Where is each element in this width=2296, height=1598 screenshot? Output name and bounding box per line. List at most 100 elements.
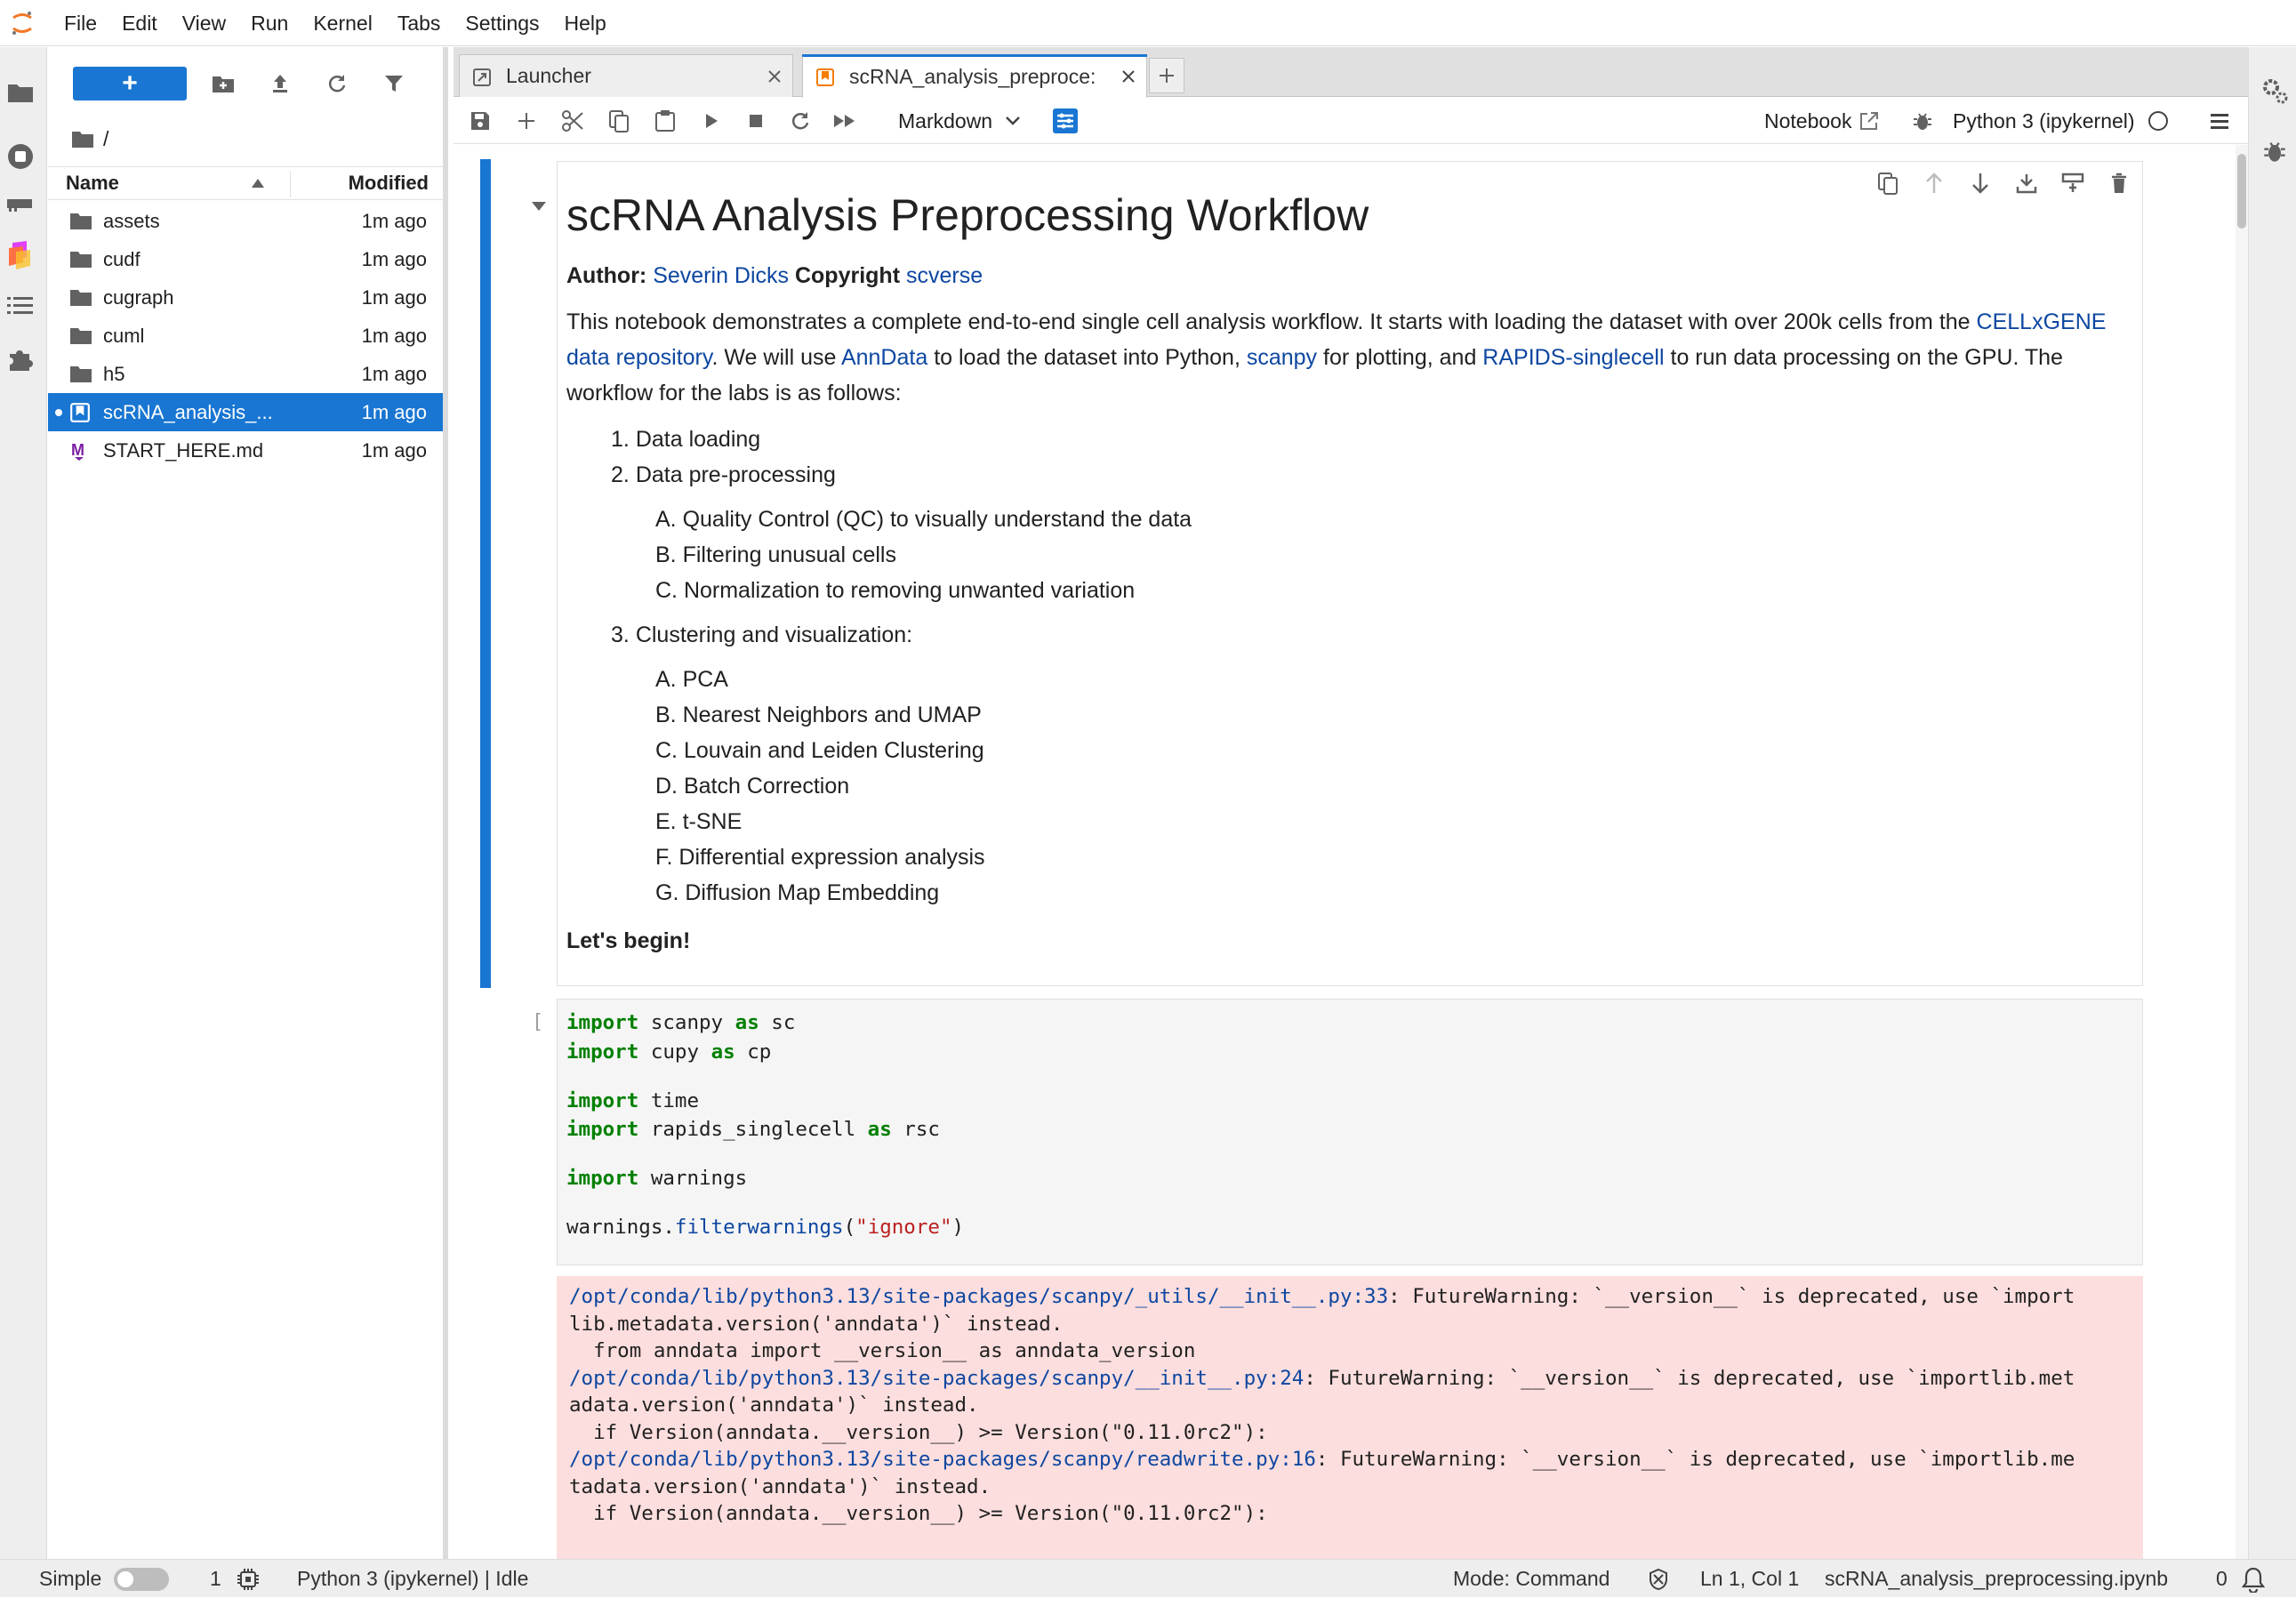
notebook-mode[interactable]: Mode: Command <box>1453 1560 1610 1598</box>
code-token: filterwarnings <box>674 1216 844 1239</box>
duplicate-cell-icon[interactable] <box>1875 170 1901 197</box>
column-modified-header[interactable]: Modified <box>349 172 429 195</box>
cell-type-dropdown[interactable]: Markdown <box>898 105 1021 137</box>
save-icon[interactable] <box>466 107 494 135</box>
property-inspector-icon[interactable] <box>1051 107 1080 135</box>
home-folder-icon[interactable] <box>71 129 94 149</box>
delete-cell-icon[interactable] <box>2106 170 2132 197</box>
insert-below-icon[interactable] <box>2059 170 2086 197</box>
debugger-bug-icon[interactable] <box>2258 134 2292 168</box>
file-row[interactable]: cudf 1m ago <box>48 240 443 278</box>
code-line: /opt/conda/lib/python3.13/site-packages/… <box>569 1283 2131 1311</box>
column-divider[interactable] <box>290 171 291 197</box>
upload-icon[interactable] <box>265 68 295 99</box>
restart-run-all-icon[interactable] <box>831 107 859 135</box>
menu-tabs[interactable]: Tabs <box>385 0 454 46</box>
terminal-count[interactable]: 1 <box>210 1560 221 1598</box>
open-in-notebook-button[interactable]: Notebook <box>1764 105 1880 137</box>
code-line: import scanpy as sc <box>566 1008 2133 1038</box>
author-link[interactable]: Severin Dicks <box>653 263 789 288</box>
left-sidebar <box>0 47 47 1559</box>
simple-mode-toggle[interactable] <box>114 1560 169 1598</box>
file-row[interactable]: scRNA_analysis_... 1m ago <box>48 393 443 431</box>
close-icon[interactable] <box>1120 68 1137 85</box>
cut-icon[interactable] <box>558 107 587 135</box>
refresh-icon[interactable] <box>322 68 352 99</box>
move-down-icon[interactable] <box>1967 170 1994 197</box>
file-list: assets 1m ago cudf 1m ago cugraph 1m ago cuml 1… <box>48 202 443 470</box>
kernel-selector[interactable]: Python 3 (ipykernel) <box>1953 105 2169 137</box>
stop-icon[interactable] <box>742 107 770 135</box>
sort-ascending-icon[interactable] <box>251 178 265 189</box>
gpu-dashboard-icon[interactable] <box>4 188 37 221</box>
add-cell-icon[interactable] <box>512 107 541 135</box>
cell-collapser[interactable] <box>480 159 491 988</box>
status-bar: Simple 1 Python 3 (ipykernel) | Idle Mod… <box>0 1559 2296 1597</box>
file-name: cudf <box>103 247 140 270</box>
cursor-position[interactable]: Ln 1, Col 1 <box>1700 1560 1799 1598</box>
heading-collapse-icon[interactable] <box>530 200 548 213</box>
property-inspector-gears-icon[interactable] <box>2258 74 2292 108</box>
run-icon[interactable] <box>697 107 726 135</box>
code-editor[interactable]: import scanpy as sc import cupy as cp impo… <box>557 999 2143 1265</box>
restart-icon[interactable] <box>786 107 815 135</box>
table-of-contents-icon[interactable] <box>4 289 37 323</box>
file-name: h5 <box>103 362 125 385</box>
move-up-icon[interactable] <box>1921 170 1947 197</box>
breadcrumb[interactable]: / <box>71 124 108 154</box>
vertical-scrollbar[interactable] <box>2236 145 2248 1559</box>
menu-icon[interactable] <box>2205 107 2234 135</box>
rapids-singlecell-link[interactable]: RAPIDS-singlecell <box>1482 345 1664 370</box>
scrollbar-thumb[interactable] <box>2237 154 2246 229</box>
file-row[interactable]: M START_HERE.md 1m ago <box>48 431 443 470</box>
launcher-icon <box>472 68 492 87</box>
add-tab-icon[interactable] <box>1149 58 1184 93</box>
filter-icon[interactable] <box>379 68 409 99</box>
menu-settings[interactable]: Settings <box>453 0 551 46</box>
substep-text: Nearest Neighbors and UMAP <box>682 703 982 727</box>
anndata-link[interactable]: AnnData <box>841 345 927 370</box>
menu-file[interactable]: File <box>52 0 109 46</box>
file-row[interactable]: cugraph 1m ago <box>48 278 443 317</box>
tab-notebook[interactable]: scRNA_analysis_preproce: <box>802 54 1147 98</box>
cell-toolbar <box>1875 170 2132 197</box>
kernel-status[interactable]: Python 3 (ipykernel) | Idle <box>297 1560 528 1598</box>
close-icon[interactable] <box>766 68 783 85</box>
code-token: as <box>735 1011 759 1034</box>
menu-edit[interactable]: Edit <box>109 0 170 46</box>
running-icon[interactable] <box>4 140 37 173</box>
step-text: Clustering and visualization: <box>635 622 913 647</box>
file-row[interactable]: cuml 1m ago <box>48 317 443 355</box>
new-folder-icon[interactable] <box>208 68 238 99</box>
copy-icon[interactable] <box>605 107 633 135</box>
menu-help[interactable]: Help <box>552 0 619 46</box>
extension-logo-icon[interactable] <box>4 237 37 271</box>
closing-text: Let's begin! <box>566 928 691 953</box>
trusted-icon[interactable] <box>1647 1560 1670 1598</box>
menu-view[interactable]: View <box>170 0 238 46</box>
intro-text: to load the dataset into Python, <box>927 345 1247 370</box>
tab-launcher[interactable]: Launcher <box>459 54 793 97</box>
cpu-icon[interactable] <box>237 1560 260 1598</box>
copyright-link[interactable]: scverse <box>906 263 983 288</box>
insert-above-icon[interactable] <box>2013 170 2040 197</box>
new-launcher-button[interactable]: + <box>73 67 187 100</box>
notification-count[interactable]: 0 <box>2216 1560 2228 1598</box>
substep-text: Normalization to removing unwanted varia… <box>683 578 1136 603</box>
debugger-icon[interactable] <box>1908 107 1937 135</box>
scanpy-link[interactable]: scanpy <box>1247 345 1317 370</box>
substep-text: t-SNE <box>682 809 743 834</box>
menu-run[interactable]: Run <box>238 0 301 46</box>
bell-icon[interactable] <box>2241 1560 2266 1598</box>
file-row[interactable]: h5 1m ago <box>48 355 443 393</box>
external-link-icon <box>1858 110 1880 132</box>
menu-kernel[interactable]: Kernel <box>301 0 384 46</box>
paste-icon[interactable] <box>651 107 679 135</box>
file-browser-toolbar: + <box>48 65 443 109</box>
file-row[interactable]: assets 1m ago <box>48 202 443 240</box>
column-name-header[interactable]: Name <box>66 172 119 195</box>
markdown-cell[interactable]: scRNA Analysis Preprocessing Workflow Au… <box>480 159 2214 988</box>
extension-manager-icon[interactable] <box>4 342 37 376</box>
folder-icon[interactable] <box>4 76 37 109</box>
breadcrumb-path[interactable]: / <box>103 127 108 151</box>
